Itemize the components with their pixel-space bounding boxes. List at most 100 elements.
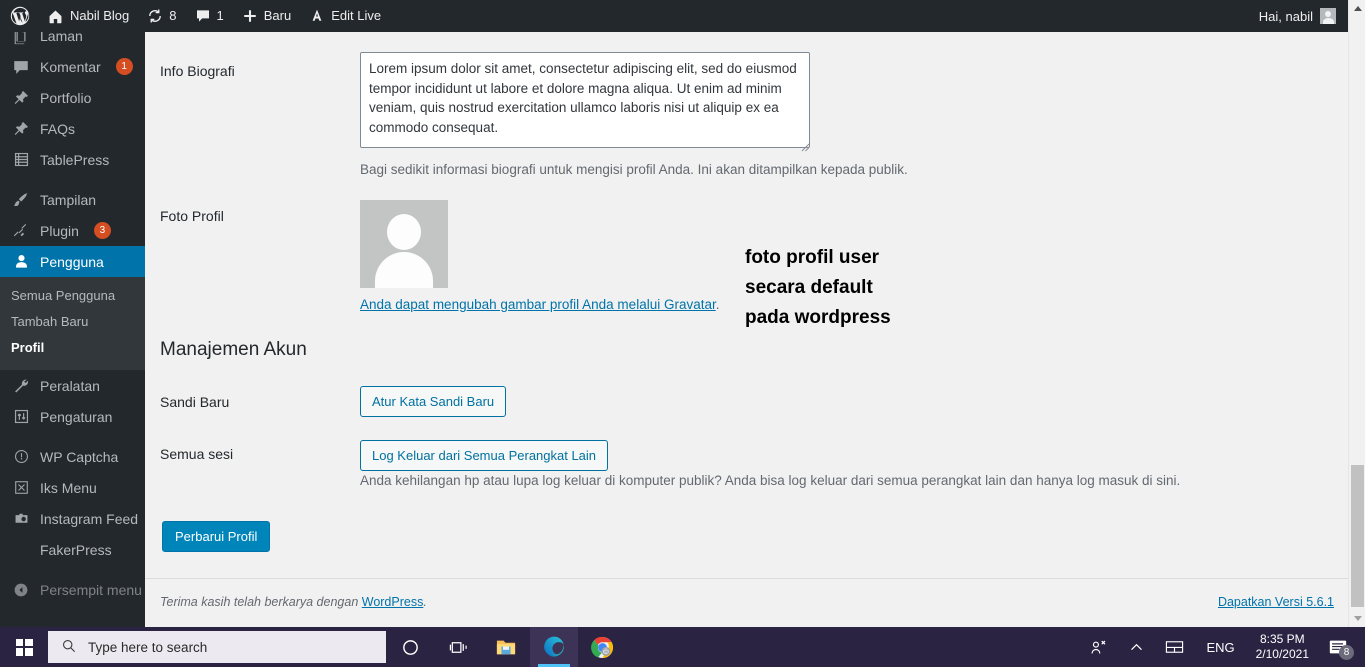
edit-live-label: Edit Live — [331, 8, 382, 23]
screen: Nabil Blog 8 1 Baru Edit Live Hai, nabil… — [0, 0, 1365, 667]
file-explorer-icon[interactable] — [482, 627, 530, 667]
site-name-label: Nabil Blog — [70, 8, 130, 23]
sidebar-item-tampilan[interactable]: Tampilan — [0, 184, 145, 215]
admin-sidebar-menu[interactable]: Media Laman Komentar — [0, 0, 145, 627]
sidebar-subitem-semua-pengguna[interactable]: Semua Pengguna — [0, 283, 145, 309]
admin-footer: Terima kasih telah berkarya dengan WordP… — [145, 578, 1348, 627]
people-icon[interactable] — [1078, 627, 1119, 667]
sidebar-collapse-label: Persempit menu — [40, 581, 142, 598]
sidebar-item-tablepress[interactable]: TablePress — [0, 144, 145, 175]
comment-bubble-icon — [195, 8, 211, 24]
edit-live-menu[interactable]: Edit Live — [300, 0, 390, 32]
greeting-label: Hai, nabil — [1258, 8, 1313, 24]
sidebar-submenu-pengguna: Semua Pengguna Tambah Baru Profil — [0, 277, 145, 370]
scrollbar-thumb[interactable] — [1351, 465, 1364, 607]
home-icon — [47, 8, 64, 25]
site-name-menu[interactable]: Nabil Blog — [38, 0, 138, 32]
cortana-icon[interactable] — [386, 627, 434, 667]
sidebar-item-label: FAQs — [40, 120, 76, 137]
account-management-heading: Manajemen Akun — [160, 339, 307, 360]
sidebar-separator — [0, 175, 145, 184]
sidebar-subitem-profil[interactable]: Profil — [0, 335, 145, 361]
task-view-icon[interactable] — [434, 627, 482, 667]
sidebar-collapse-button[interactable]: Persempit menu — [0, 574, 145, 605]
touchpad-icon[interactable] — [1154, 627, 1195, 667]
footer-credit: Terima kasih telah berkarya dengan WordP… — [160, 595, 427, 609]
sidebar-item-fakerpress[interactable]: FakerPress — [0, 534, 145, 565]
comment-bubble-icon — [11, 57, 31, 77]
scroll-down-arrow-icon[interactable] — [1349, 610, 1365, 627]
comment-count-badge: 1 — [115, 58, 133, 75]
wp-admin-bar: Nabil Blog 8 1 Baru Edit Live Hai, nabil — [0, 0, 1348, 32]
new-content-menu[interactable]: Baru — [233, 0, 300, 32]
clock[interactable]: 8:35 PM 2/10/2021 — [1246, 627, 1319, 667]
sidebar-item-pengguna[interactable]: Pengguna — [0, 246, 145, 277]
bio-field-description: Bagi sedikit informasi biografi untuk me… — [360, 162, 908, 177]
new-content-label: Baru — [263, 8, 292, 23]
plugin-plug-icon — [11, 221, 31, 241]
clock-date: 2/10/2021 — [1255, 647, 1309, 661]
appearance-brush-icon — [11, 190, 31, 210]
notification-count-badge: 8 — [1339, 645, 1354, 660]
sidebar-item-label: WP Captcha — [40, 448, 119, 465]
language-indicator[interactable]: ENG — [1195, 627, 1245, 667]
sidebar-item-label: Pengguna — [40, 253, 104, 270]
windows-logo-icon — [15, 638, 33, 656]
update-profile-button[interactable]: Perbarui Profil — [162, 521, 271, 552]
gravatar-link-row: Anda dapat mengubah gambar profil Anda m… — [360, 296, 720, 314]
updates-icon — [147, 8, 163, 24]
windows-start-icon[interactable] — [0, 627, 48, 667]
notifications-icon[interactable]: 8 — [1319, 627, 1361, 667]
sidebar-item-label: Instagram Feed — [40, 510, 139, 527]
footer-credit-period: . — [423, 595, 427, 609]
sidebar-item-instagram-feed[interactable]: Instagram Feed — [0, 503, 145, 534]
tools-wrench-icon — [11, 376, 31, 396]
logout-other-devices-button[interactable]: Log Keluar dari Semua Perangkat Lain — [360, 440, 609, 471]
sidebar-item-label: FakerPress — [40, 541, 112, 558]
sidebar-item-label: Komentar — [40, 58, 101, 75]
bio-textarea[interactable] — [360, 52, 810, 148]
sessions-description: Anda kehilangan hp atau lupa log keluar … — [360, 473, 1181, 488]
sidebar-item-komentar[interactable]: Komentar 1 — [0, 51, 145, 82]
wordpress-logo-icon — [10, 6, 30, 26]
avatar — [1320, 8, 1336, 24]
captcha-lock-icon — [11, 447, 31, 467]
sidebar-item-label: Peralatan — [40, 377, 100, 394]
wordpress-link[interactable]: WordPress — [362, 595, 424, 609]
wordpress-logo-button[interactable] — [0, 0, 38, 32]
collapse-arrow-icon — [11, 580, 31, 600]
sidebar-subitem-tambah-baru[interactable]: Tambah Baru — [0, 309, 145, 335]
updates-count: 8 — [169, 8, 177, 23]
default-user-avatar-icon — [360, 200, 448, 288]
comments-count: 1 — [216, 8, 224, 23]
clock-time: 8:35 PM — [1259, 632, 1305, 646]
browser-scrollbar[interactable] — [1348, 0, 1365, 627]
show-hidden-icons-icon[interactable] — [1119, 627, 1154, 667]
microsoft-edge-icon[interactable] — [530, 627, 578, 667]
new-password-label: Sandi Baru — [160, 394, 230, 410]
set-new-password-button[interactable]: Atur Kata Sandi Baru — [360, 386, 507, 417]
version-link[interactable]: Dapatkan Versi 5.6.1 — [1218, 595, 1334, 609]
my-account-menu[interactable]: Hai, nabil — [1259, 8, 1348, 24]
google-chrome-icon[interactable] — [578, 627, 626, 667]
system-tray: ENG 8:35 PM 2/10/2021 8 — [1078, 627, 1365, 667]
updates-menu[interactable]: 8 — [138, 0, 185, 32]
sidebar-item-iks-menu[interactable]: Iks Menu — [0, 472, 145, 503]
gravatar-link[interactable]: Anda dapat mengubah gambar profil Anda m… — [360, 297, 716, 312]
sidebar-item-faqs[interactable]: FAQs — [0, 113, 145, 144]
search-placeholder-text: Type here to search — [88, 639, 208, 655]
sidebar-item-label: TablePress — [40, 151, 110, 168]
sidebar-item-wp-captcha[interactable]: WP Captcha — [0, 441, 145, 472]
sidebar-item-label: Iks Menu — [40, 479, 97, 496]
comments-menu[interactable]: 1 — [186, 0, 233, 32]
sidebar-item-pengaturan[interactable]: Pengaturan — [0, 401, 145, 432]
sidebar-item-peralatan[interactable]: Peralatan — [0, 370, 145, 401]
plugin-count-badge: 3 — [93, 222, 111, 239]
search-input[interactable]: Type here to search — [48, 631, 386, 663]
sidebar-item-label: Tampilan — [40, 191, 97, 208]
footer-version: Dapatkan Versi 5.6.1 — [1218, 595, 1334, 609]
sidebar-item-portfolio[interactable]: Portfolio — [0, 82, 145, 113]
sidebar-item-plugin[interactable]: Plugin 3 — [0, 215, 145, 246]
bio-field-label: Info Biografi — [160, 63, 235, 79]
scroll-up-arrow-icon[interactable] — [1349, 0, 1365, 17]
